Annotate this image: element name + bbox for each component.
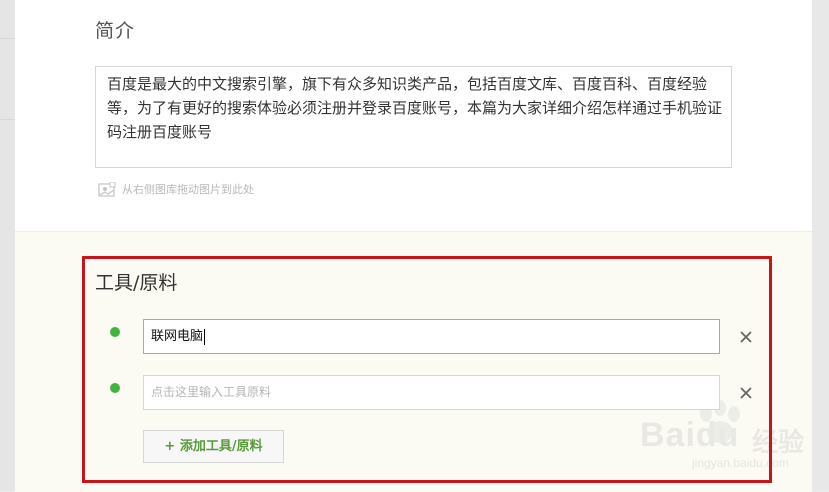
text-caret	[204, 328, 206, 345]
intro-title: 简介	[95, 20, 136, 42]
tool-bullet	[110, 327, 120, 337]
tools-title: 工具/原料	[95, 272, 178, 294]
left-gutter-lines	[0, 38, 15, 120]
drag-hint-text: 从右侧图库拖动图片到此处	[122, 183, 254, 196]
close-icon[interactable]	[739, 330, 753, 344]
add-tool-button[interactable]: + 添加工具/原料	[143, 430, 284, 463]
tool-input-empty[interactable]: 点击这里输入工具原料	[143, 375, 720, 410]
tool-input[interactable]: 联网电脑	[143, 319, 720, 354]
left-gutter	[0, 0, 15, 491]
drag-image-hint[interactable]: 从右侧图库拖动图片到此处	[98, 180, 254, 198]
tool-bullet	[110, 383, 120, 393]
right-gutter	[812, 0, 829, 491]
image-icon	[98, 181, 116, 197]
intro-textarea[interactable]: 百度是最大的中文搜索引擎，旗下有众多知识类产品，包括百度文库、百度百科、百度经验…	[95, 66, 732, 168]
tool-input-value: 联网电脑	[151, 329, 204, 344]
close-icon[interactable]	[739, 386, 753, 400]
